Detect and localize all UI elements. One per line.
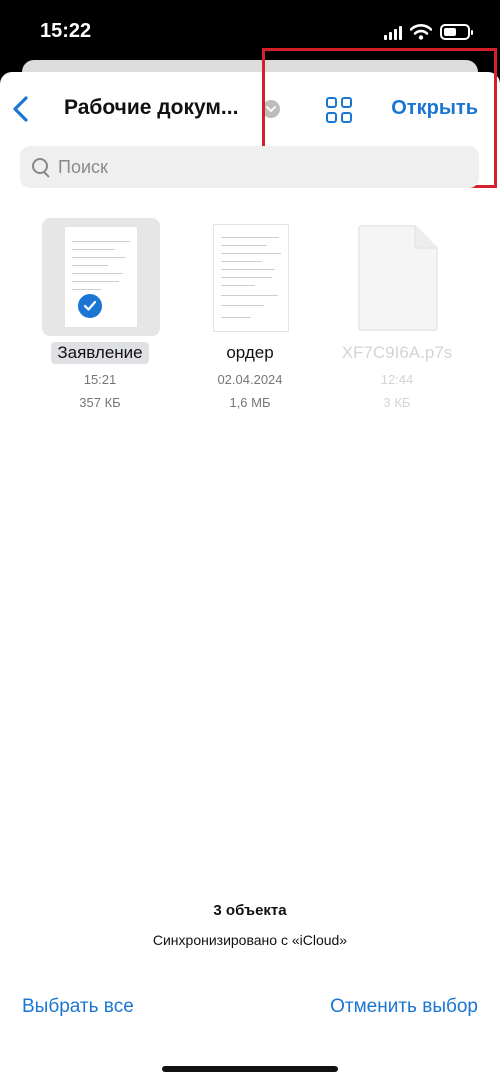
file-size: 357 КБ — [79, 395, 121, 410]
sync-status: Синхронизировано с «iCloud» — [152, 932, 348, 948]
folder-menu-chevron-icon[interactable] — [262, 100, 280, 118]
file-name: XF7C9I6A.p7s — [341, 343, 453, 362]
file-browser-sheet: Рабочие докум... Открыть Поиск Заявление… — [0, 48, 500, 1080]
search-input[interactable] — [58, 156, 438, 178]
folder-title[interactable]: Рабочие докум... — [64, 96, 238, 120]
file-thumbnail[interactable] — [30, 218, 170, 336]
battery-icon — [440, 24, 473, 40]
file-time: 12:44 — [380, 372, 414, 387]
file-item-p7s[interactable]: XF7C9I6A.p7s 12:44 3 КБ — [327, 218, 467, 414]
file-name: ордер — [226, 343, 274, 362]
file-thumbnail[interactable] — [180, 218, 320, 336]
file-time: 15:21 — [83, 372, 117, 387]
generic-file-icon — [358, 225, 438, 331]
wifi-icon — [410, 24, 432, 40]
file-item-zayavlenie[interactable]: Заявление 15:21 357 КБ — [30, 218, 170, 414]
home-indicator[interactable] — [162, 1066, 338, 1072]
navigation-bar: Рабочие докум... Открыть — [0, 48, 500, 188]
item-count: 3 объекта — [213, 902, 287, 919]
status-time: 15:22 — [40, 20, 92, 42]
file-size: 1,6 МБ — [229, 395, 271, 410]
search-bar[interactable] — [20, 146, 479, 188]
grid-view-icon[interactable] — [326, 97, 352, 123]
file-item-order[interactable]: ордер 02.04.2024 1,6 МБ — [180, 218, 320, 414]
selected-checkmark-icon — [76, 292, 104, 320]
status-bar: 15:22 — [0, 0, 500, 60]
back-chevron-icon[interactable] — [8, 94, 34, 124]
file-size: 3 КБ — [383, 395, 411, 410]
file-name: Заявление — [51, 342, 149, 364]
file-thumbnail[interactable] — [327, 218, 467, 336]
document-preview — [213, 224, 289, 332]
deselect-button[interactable]: Отменить выбор — [330, 996, 478, 1018]
file-time: 02.04.2024 — [217, 372, 283, 387]
cellular-signal-icon — [384, 24, 402, 40]
open-button[interactable]: Открыть — [391, 97, 478, 120]
status-icons — [384, 20, 473, 44]
select-all-button[interactable]: Выбрать все — [22, 996, 134, 1018]
search-icon — [30, 156, 52, 178]
